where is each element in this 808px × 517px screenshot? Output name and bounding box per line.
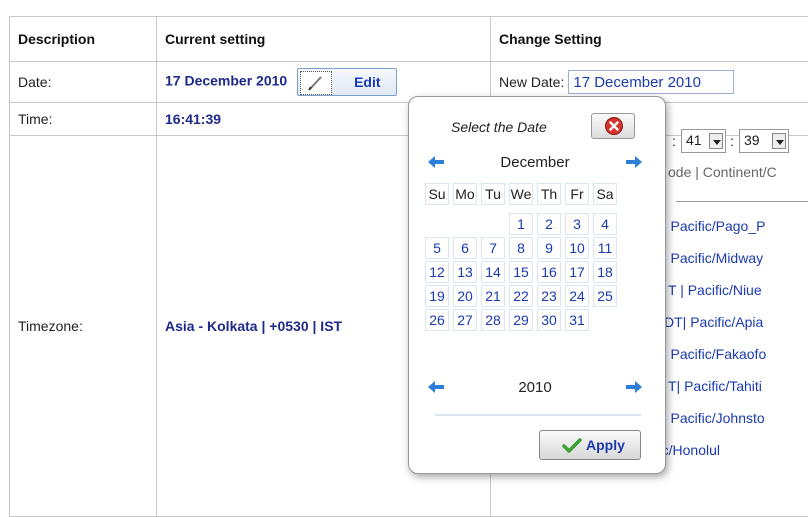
minute-value: 41	[686, 132, 702, 148]
weekday-header: Su	[425, 183, 449, 205]
year-label: 2010	[427, 379, 643, 396]
month-nav: December	[427, 153, 643, 173]
calendar-day[interactable]: 29	[509, 309, 533, 331]
next-year-arrow-icon[interactable]	[625, 378, 643, 396]
calendar-day[interactable]: 16	[537, 261, 561, 283]
chevron-down-icon	[772, 133, 786, 149]
table-header-row: Description Current setting Change Setti…	[10, 17, 808, 62]
weekday-header: Fr	[565, 183, 589, 205]
month-label: December	[427, 154, 643, 171]
date-label: Date:	[10, 62, 157, 103]
current-date-value: 17 December 2010	[165, 73, 287, 89]
header-description: Description	[10, 17, 157, 62]
weekday-header: We	[509, 183, 533, 205]
calendar-day[interactable]: 12	[425, 261, 449, 283]
calendar-day[interactable]: 30	[537, 309, 561, 331]
edit-date-button[interactable]: Edit	[297, 68, 397, 96]
time-colon-1: :	[672, 133, 676, 149]
calendar-day[interactable]: 19	[425, 285, 449, 307]
calendar-day[interactable]: 21	[481, 285, 505, 307]
calendar-day[interactable]: 18	[593, 261, 617, 283]
header-current-setting: Current setting	[157, 17, 491, 62]
calendar-day[interactable]: 31	[565, 309, 589, 331]
calendar-day[interactable]: 22	[509, 285, 533, 307]
calendar-day[interactable]: 5	[425, 237, 449, 259]
time-label: Time:	[10, 103, 157, 136]
current-time-value: 16:41:39	[165, 111, 221, 127]
checkmark-icon	[562, 438, 582, 454]
calendar-day[interactable]: 4	[593, 213, 617, 235]
timezone-option[interactable]: DT| Pacific/Apia	[664, 314, 763, 330]
edit-button-label: Edit	[354, 74, 380, 90]
calendar-day[interactable]: 9	[537, 237, 561, 259]
year-nav: 2010	[427, 378, 643, 398]
apply-button-label: Apply	[586, 437, 625, 453]
calendar-day[interactable]: 2	[537, 213, 561, 235]
calendar-day[interactable]: 7	[481, 237, 505, 259]
popup-divider	[435, 414, 641, 416]
calendar-day[interactable]: 11	[593, 237, 617, 259]
weekday-header: Mo	[453, 183, 477, 205]
close-icon	[604, 116, 624, 136]
date-picker-title: Select the Date	[451, 119, 547, 135]
timezone-list-divider	[676, 201, 808, 202]
calendar-day[interactable]: 3	[565, 213, 589, 235]
weekday-header: Th	[537, 183, 561, 205]
calendar-day[interactable]: 6	[453, 237, 477, 259]
new-date-input[interactable]	[568, 70, 734, 94]
apply-button[interactable]: Apply	[539, 430, 641, 460]
calendar-day[interactable]: 20	[453, 285, 477, 307]
header-change-setting: Change Setting	[491, 17, 808, 62]
table-row-date: Date: 17 December 2010 Edit New Date:	[10, 62, 808, 103]
timezone-search-hint: ode | Continent/C	[668, 164, 777, 180]
calendar-day[interactable]: 17	[565, 261, 589, 283]
calendar-day[interactable]: 26	[425, 309, 449, 331]
calendar-day[interactable]: 10	[565, 237, 589, 259]
minute-select[interactable]: 41	[681, 129, 726, 153]
second-select[interactable]: 39	[739, 129, 789, 153]
new-date-label: New Date:	[499, 74, 564, 90]
calendar-day[interactable]: 27	[453, 309, 477, 331]
new-date-row: New Date:	[499, 70, 808, 94]
timezone-option[interactable]: T | Pacific/Niue	[668, 282, 762, 298]
timezone-option[interactable]: | Pacific/Midway	[663, 250, 763, 266]
calendar-day[interactable]: 28	[481, 309, 505, 331]
current-timezone-value: Asia - Kolkata | +0530 | IST	[165, 318, 342, 334]
timezone-option[interactable]: T| Pacific/Tahiti	[668, 378, 762, 394]
calendar-day[interactable]: 23	[537, 285, 561, 307]
calendar-day[interactable]: 24	[565, 285, 589, 307]
time-colon-2: :	[730, 133, 734, 149]
calendar-day[interactable]: 1	[509, 213, 533, 235]
pencil-icon	[300, 71, 332, 95]
timezone-label: Timezone:	[10, 136, 157, 517]
timezone-option[interactable]: | Pacific/Fakaofo	[663, 346, 766, 362]
timezone-option[interactable]: | Pacific/Johnsto	[663, 410, 765, 426]
timezone-option[interactable]: | Pacific/Pago_P	[663, 218, 765, 234]
weekday-header: Sa	[593, 183, 617, 205]
calendar-day[interactable]: 15	[509, 261, 533, 283]
calendar-day[interactable]: 25	[593, 285, 617, 307]
calendar-day[interactable]: 8	[509, 237, 533, 259]
close-button[interactable]	[591, 113, 635, 139]
chevron-down-icon	[709, 133, 723, 149]
calendar-day[interactable]: 13	[453, 261, 477, 283]
next-month-arrow-icon[interactable]	[625, 153, 643, 171]
calendar-day[interactable]: 14	[481, 261, 505, 283]
date-picker-popup: Select the Date December SuMoTuWeThFrSa 1…	[408, 96, 666, 474]
second-value: 39	[744, 132, 760, 148]
weekday-header: Tu	[481, 183, 505, 205]
